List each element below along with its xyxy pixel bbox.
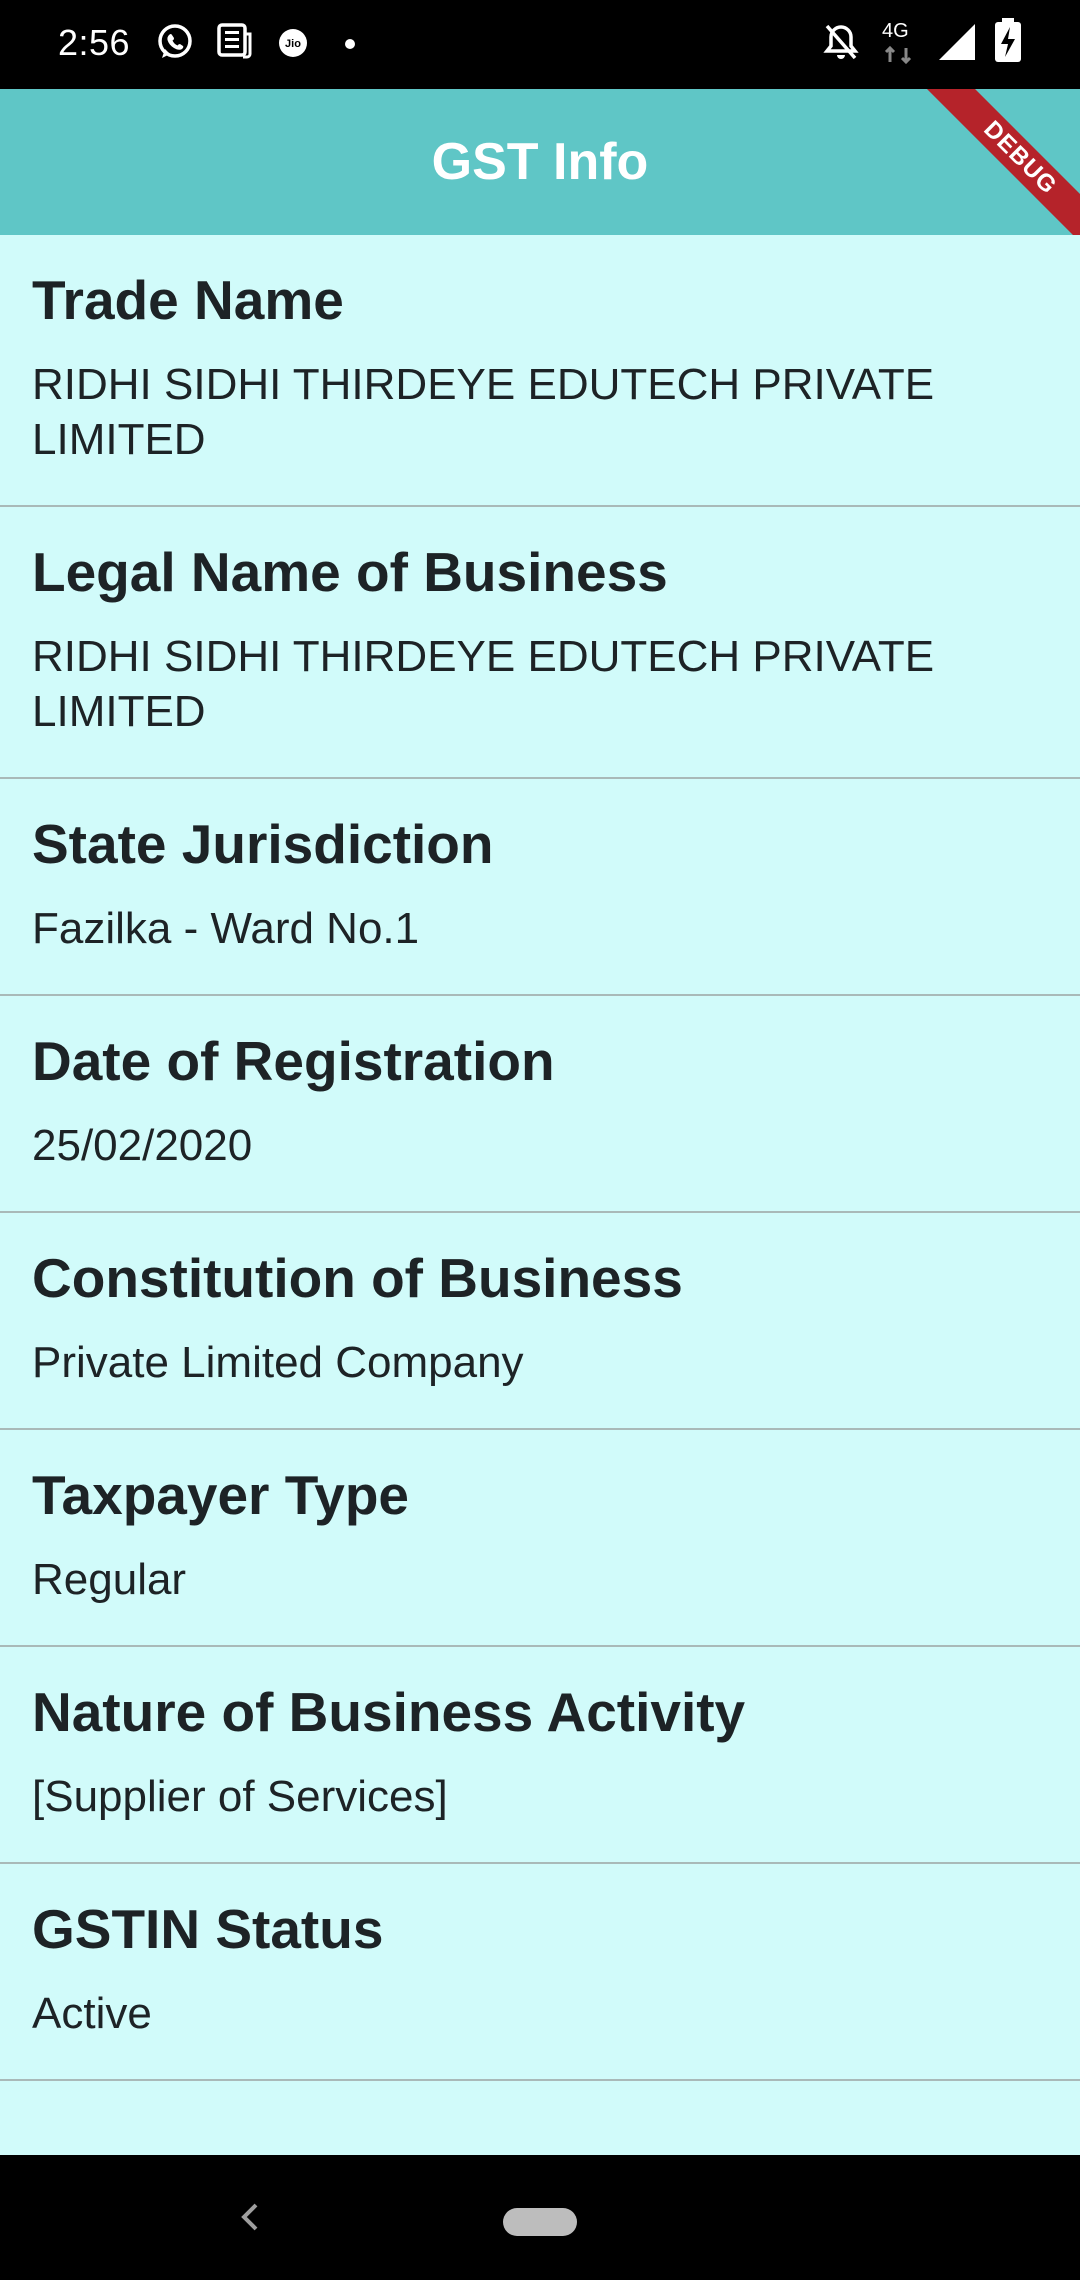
item-value: RIDHI SIDHI THIRDEYE EDUTECH PRIVATE LIM…: [32, 360, 935, 464]
app-title: GST Info: [431, 133, 649, 191]
notifications-off-icon: [823, 24, 859, 60]
item-value: Fazilka - Ward No.1: [32, 904, 420, 953]
status-time: 2:56: [58, 22, 131, 63]
home-pill-icon[interactable]: [503, 2208, 577, 2236]
gst-info-list[interactable]: Trade Name RIDHI SIDHI THIRDEYE EDUTECH …: [0, 235, 1080, 2155]
item-value: [Supplier of Services]: [32, 1772, 448, 1821]
signal-icon: [939, 24, 975, 60]
svg-text:Jio: Jio: [285, 38, 301, 50]
item-value: Private Limited Company: [32, 1338, 524, 1387]
back-icon[interactable]: [228, 2195, 272, 2239]
whatsapp-icon: [158, 24, 192, 58]
list-item-state-jurisdiction: State Jurisdiction Fazilka - Ward No.1: [0, 779, 1080, 996]
item-value: 25/02/2020: [32, 1121, 253, 1170]
item-title: Taxpayer Type: [32, 1464, 410, 1526]
item-title: Nature of Business Activity: [32, 1681, 746, 1743]
list-item-date-of-registration: Date of Registration 25/02/2020: [0, 996, 1080, 1213]
jio-icon: Jio: [279, 29, 307, 57]
list-item-trade-name: Trade Name RIDHI SIDHI THIRDEYE EDUTECH …: [0, 235, 1080, 507]
item-title: Trade Name: [32, 269, 344, 331]
list-item-legal-name: Legal Name of Business RIDHI SIDHI THIRD…: [0, 507, 1080, 779]
battery-charging-icon: [995, 18, 1021, 62]
list-item-constitution: Constitution of Business Private Limited…: [0, 1213, 1080, 1430]
item-value: Active: [32, 1989, 152, 2038]
network-4g-icon: 4G: [880, 20, 920, 66]
list-item-taxpayer-type: Taxpayer Type Regular: [0, 1430, 1080, 1647]
item-title: State Jurisdiction: [32, 813, 494, 875]
item-value: RIDHI SIDHI THIRDEYE EDUTECH PRIVATE LIM…: [32, 632, 935, 736]
status-bar: 2:56 Jio 4G: [0, 0, 1080, 89]
item-value: Regular: [32, 1555, 187, 1604]
list-item-nature-of-business: Nature of Business Activity [Supplier of…: [0, 1647, 1080, 1864]
app-bar: GST Info DEBUG: [0, 89, 1080, 235]
item-title: Date of Registration: [32, 1030, 555, 1092]
item-title: Constitution of Business: [32, 1247, 683, 1309]
item-title: Legal Name of Business: [32, 541, 668, 603]
dot-icon: [345, 39, 355, 49]
list-item-gstin-status: GSTIN Status Active: [0, 1864, 1080, 2081]
news-icon: [217, 23, 252, 59]
item-title: GSTIN Status: [32, 1898, 384, 1960]
